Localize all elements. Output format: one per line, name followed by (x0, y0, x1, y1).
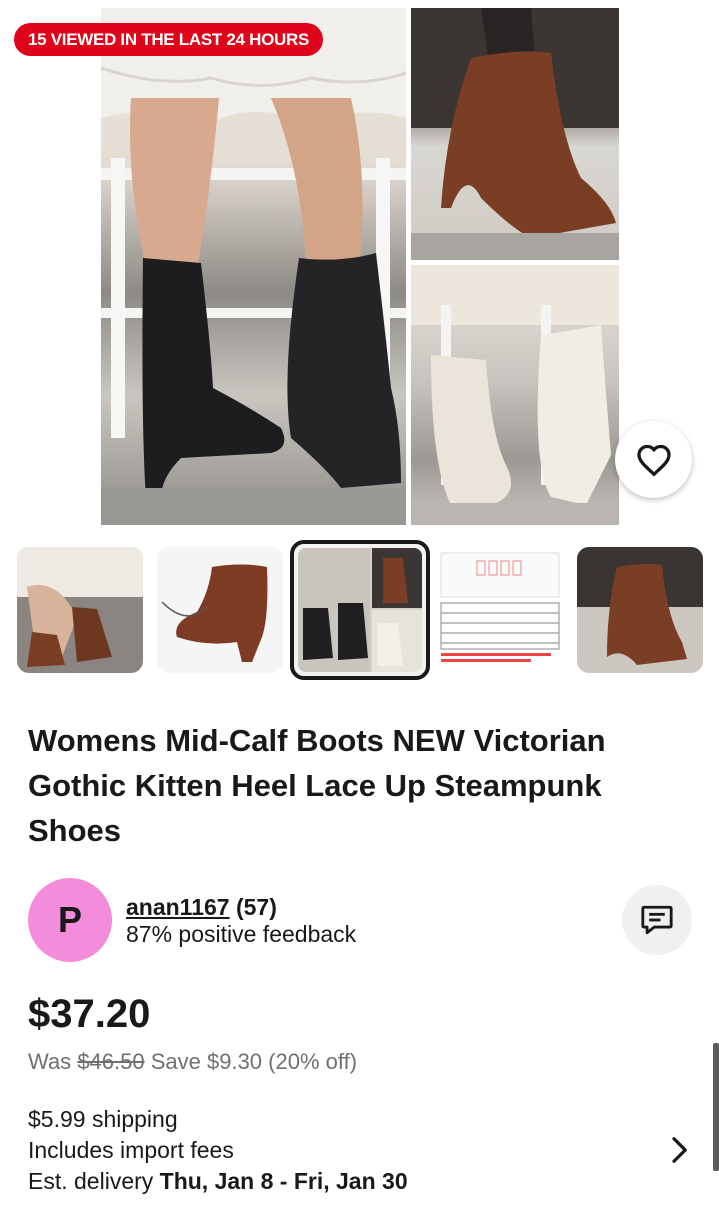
was-price: $46.50 (77, 1049, 145, 1074)
avatar-letter: P (57, 899, 82, 940)
seller-info: anan1167 (57) (126, 893, 277, 921)
thumbnail-strip (0, 540, 719, 680)
chevron-right-icon[interactable] (664, 1135, 694, 1165)
seller-avatar[interactable]: P (28, 878, 112, 962)
seller-rating-count: (57) (235, 894, 277, 920)
heart-icon (636, 444, 671, 477)
white-boot-image[interactable] (411, 265, 619, 525)
thumbnail-image (17, 547, 143, 673)
seller-feedback: 87% positive feedback (126, 921, 357, 947)
current-price: $37.20 (28, 992, 151, 1036)
thumbnail-4[interactable] (437, 547, 563, 673)
viewed-count-badge: 15 VIEWED IN THE LAST 24 HOURS (14, 23, 323, 56)
product-image-gallery[interactable]: 15 VIEWED IN THE LAST 24 HOURS (0, 0, 719, 530)
add-to-watchlist-button[interactable] (615, 421, 692, 498)
seller-username-link[interactable]: anan1167 (126, 894, 230, 920)
savings-text: Save $9.30 (20% off) (150, 1049, 358, 1074)
thumbnail-3-selected[interactable] (290, 540, 430, 680)
thumbnail-2[interactable] (157, 547, 283, 673)
chat-icon (641, 905, 673, 935)
product-title: Womens Mid-Calf Boots NEW Victorian Goth… (28, 723, 606, 848)
thumbnail-image (437, 547, 563, 673)
scrollbar[interactable] (713, 1043, 719, 1171)
thumbnail-image (298, 548, 422, 672)
shipping-cost: $5.99 shipping (28, 1106, 178, 1132)
thumbnail-image (157, 547, 283, 673)
white-boot-photo (411, 265, 619, 525)
delivery-label: Est. delivery (28, 1168, 154, 1194)
main-product-image[interactable] (101, 8, 406, 525)
black-boot-photo (101, 8, 406, 525)
thumbnail-5[interactable] (577, 547, 703, 673)
thumbnail-image (577, 547, 703, 673)
was-label: Was (28, 1049, 72, 1074)
shipping-info[interactable]: $5.99 shipping Includes import fees Est.… (28, 1104, 408, 1197)
delivery-dates: Thu, Jan 8 - Fri, Jan 30 (159, 1168, 408, 1194)
import-fees-note: Includes import fees (28, 1137, 234, 1163)
thumbnail-1[interactable] (17, 547, 143, 673)
original-price-info: Was $46.50 Save $9.30 (20% off) (28, 1047, 357, 1077)
brown-boot-image[interactable] (411, 8, 619, 260)
brown-boot-photo (411, 8, 619, 260)
delivery-estimate: Est. delivery Thu, Jan 8 - Fri, Jan 30 (28, 1166, 408, 1197)
contact-seller-button[interactable] (622, 885, 692, 955)
